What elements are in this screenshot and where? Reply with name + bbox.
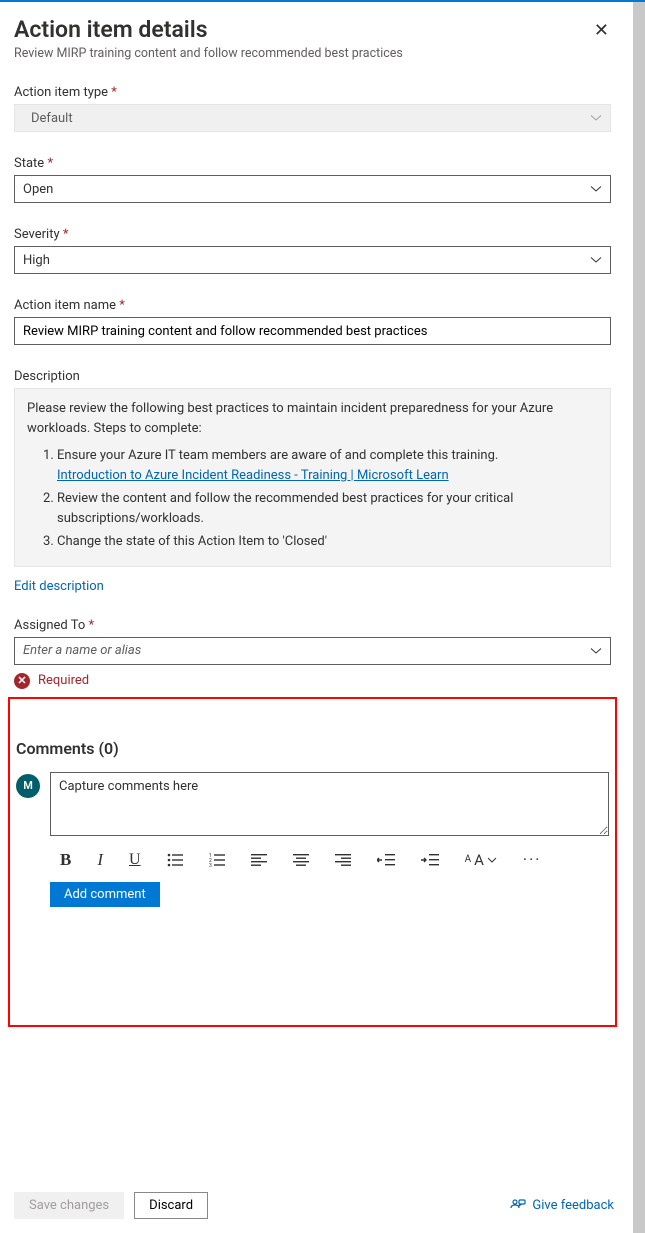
editor-toolbar: B I U 123 AA	[60, 850, 609, 870]
italic-button[interactable]: I	[97, 850, 103, 870]
align-center-button[interactable]	[293, 854, 309, 866]
description-step: Review the content and follow the recomm…	[57, 489, 598, 528]
name-input[interactable]	[14, 317, 611, 345]
required-asterisk: *	[119, 298, 125, 313]
chevron-down-icon	[590, 112, 602, 124]
chevron-down-icon	[590, 254, 602, 266]
feedback-link[interactable]: Give feedback	[510, 1198, 614, 1214]
comment-input[interactable]: Capture comments here	[50, 772, 609, 836]
assigned-error: ✕ Required	[14, 673, 611, 689]
assigned-label: Assigned To *	[14, 618, 611, 633]
name-label: Action item name *	[14, 298, 611, 313]
state-select[interactable]: Open	[14, 175, 611, 203]
panel-subtitle: Review MIRP training content and follow …	[14, 46, 403, 61]
description-box: Please review the following best practic…	[14, 388, 611, 567]
avatar: M	[16, 774, 40, 798]
required-asterisk: *	[111, 85, 117, 100]
panel-title: Action item details	[14, 16, 403, 43]
training-link[interactable]: Introduction to Azure Incident Readiness…	[57, 468, 449, 483]
required-asterisk: *	[47, 156, 53, 171]
description-step: Ensure your Azure IT team members are aw…	[57, 446, 598, 485]
number-list-button[interactable]: 123	[209, 853, 225, 867]
discard-button[interactable]: Discard	[134, 1192, 208, 1219]
severity-select[interactable]: High	[14, 246, 611, 274]
description-label: Description	[14, 369, 611, 384]
align-right-button[interactable]	[335, 854, 351, 866]
scrollbar-rail[interactable]	[633, 2, 645, 1233]
description-step: Change the state of this Action Item to …	[57, 532, 598, 552]
footer: Save changes Discard Give feedback	[14, 1192, 614, 1219]
font-size-button[interactable]: AA	[465, 851, 497, 869]
state-label: State *	[14, 156, 611, 171]
save-button: Save changes	[14, 1192, 124, 1219]
chevron-down-icon	[590, 645, 602, 657]
feedback-icon	[510, 1198, 526, 1214]
more-options-button[interactable]: ···	[523, 850, 542, 869]
type-label: Action item type *	[14, 85, 611, 100]
severity-label: Severity *	[14, 227, 611, 242]
edit-description-link[interactable]: Edit description	[14, 579, 104, 594]
description-intro: Please review the following best practic…	[27, 399, 598, 438]
bullet-list-button[interactable]	[167, 853, 183, 867]
close-icon: ✕	[594, 20, 609, 41]
required-asterisk: *	[63, 227, 69, 242]
comments-highlight-box: Comments (0) M Capture comments here B I…	[8, 697, 617, 1027]
align-left-button[interactable]	[251, 854, 267, 866]
comments-title: Comments (0)	[16, 739, 609, 758]
svg-text:3: 3	[209, 863, 212, 867]
bold-button[interactable]: B	[60, 850, 71, 870]
outdent-button[interactable]	[377, 854, 395, 866]
required-asterisk: *	[89, 618, 95, 633]
assigned-input[interactable]: Enter a name or alias	[14, 637, 611, 665]
close-button[interactable]: ✕	[592, 16, 611, 45]
underline-button[interactable]: U	[129, 851, 141, 869]
add-comment-button[interactable]: Add comment	[50, 882, 160, 907]
chevron-down-icon	[590, 183, 602, 195]
error-icon: ✕	[14, 673, 30, 689]
type-select: Default	[14, 104, 611, 132]
indent-button[interactable]	[421, 854, 439, 866]
